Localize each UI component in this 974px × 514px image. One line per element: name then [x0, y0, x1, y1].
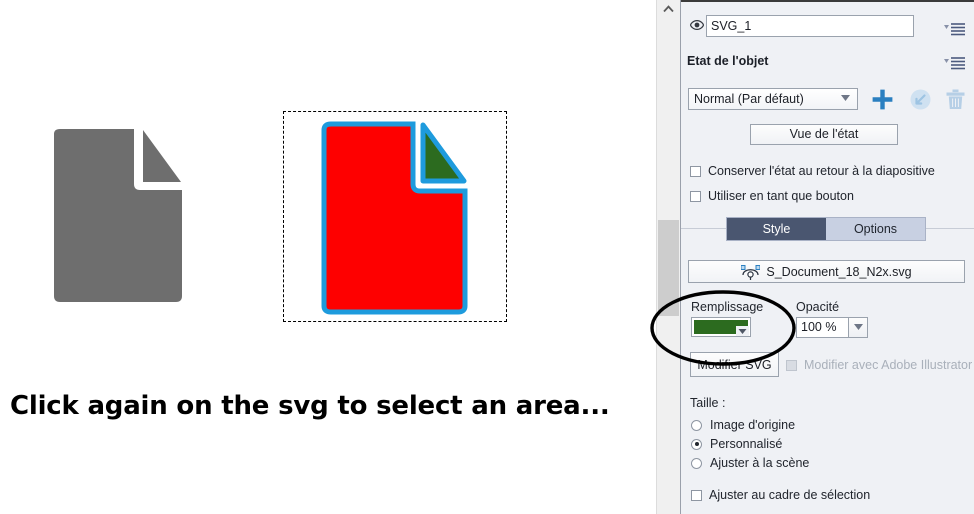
document-icon-red[interactable]	[317, 121, 472, 316]
checkbox-box	[786, 359, 797, 371]
checkbox-box[interactable]	[691, 489, 702, 501]
radio-original-image[interactable]: Image d'origine	[691, 418, 795, 432]
section-title: Etat de l'objet	[687, 54, 769, 68]
svg-file-label: S_Document_18_N2x.svg	[766, 264, 912, 279]
tab-options[interactable]: Options	[826, 218, 925, 240]
properties-panel: SVG_1 Etat de l'objet Normal (Par défaut…	[680, 0, 974, 514]
trash-icon	[946, 89, 965, 109]
checkbox-fit-selection-frame[interactable]: Ajuster au cadre de sélection	[691, 488, 870, 502]
opacity-dropdown-button[interactable]	[849, 317, 868, 338]
stage-caption: Click again on the svg to select an area…	[10, 391, 610, 421]
flyout-menu-icon[interactable]	[944, 56, 966, 70]
tab-bar: Style Options	[726, 217, 926, 241]
checkbox-label: Ajuster au cadre de sélection	[709, 488, 871, 502]
checkbox-use-as-button[interactable]: Utiliser en tant que bouton	[690, 189, 854, 203]
chevron-up-icon	[663, 5, 674, 13]
radio-label: Image d'origine	[710, 418, 796, 432]
scroll-up-button[interactable]	[657, 0, 680, 18]
view-state-button[interactable]: Vue de l'état	[750, 124, 898, 145]
canvas-stage[interactable]: Click again on the svg to select an area…	[0, 0, 656, 514]
radio-label: Ajuster à la scène	[710, 456, 810, 470]
chevron-down-icon	[853, 324, 863, 330]
checkbox-edit-with-illustrator: Modifier avec Adobe Illustrator	[786, 358, 972, 372]
radio-button[interactable]	[691, 457, 702, 469]
radio-label: Personnalisé	[710, 437, 783, 451]
panel-top-divider	[681, 0, 974, 2]
eye-icon[interactable]	[690, 20, 704, 30]
size-group-label: Taille :	[690, 396, 726, 410]
chevron-down-icon[interactable]	[736, 326, 749, 336]
svg-file-button[interactable]: S_Document_18_N2x.svg	[688, 260, 965, 283]
opacity-input[interactable]: 100 %	[796, 317, 849, 338]
checkbox-keep-state[interactable]: Conserver l'état au retour à la diaposit…	[690, 164, 935, 178]
radio-custom[interactable]: Personnalisé	[691, 437, 782, 451]
scrollbar-thumb[interactable]	[658, 220, 679, 316]
tab-style[interactable]: Style	[727, 218, 826, 240]
document-icon-gray[interactable]	[48, 128, 183, 303]
checkbox-box[interactable]	[690, 165, 701, 177]
flyout-menu-icon[interactable]	[944, 22, 966, 36]
checkbox-label: Utiliser en tant que bouton	[708, 189, 854, 203]
checkbox-box[interactable]	[690, 190, 701, 202]
opacity-label: Opacité	[796, 300, 840, 314]
add-state-button[interactable]	[872, 89, 893, 110]
radio-button[interactable]	[691, 438, 702, 450]
checkbox-label: Conserver l'état au retour à la diaposit…	[708, 164, 935, 178]
radio-button[interactable]	[691, 419, 702, 431]
chevron-down-icon	[841, 95, 850, 101]
bezier-pen-icon	[741, 264, 761, 280]
object-name-input[interactable]: SVG_1	[706, 15, 914, 37]
fill-color-swatch[interactable]	[691, 317, 751, 337]
object-state-select[interactable]: Normal (Par défaut)	[688, 88, 858, 110]
modify-svg-button[interactable]: Modifier SVG	[690, 352, 779, 377]
checkbox-label: Modifier avec Adobe Illustrator	[804, 358, 973, 372]
radio-fit-to-scene[interactable]: Ajuster à la scène	[691, 456, 809, 470]
fill-label: Remplissage	[691, 300, 764, 314]
vertical-scrollbar[interactable]	[656, 0, 680, 514]
reset-state-button	[910, 89, 931, 110]
